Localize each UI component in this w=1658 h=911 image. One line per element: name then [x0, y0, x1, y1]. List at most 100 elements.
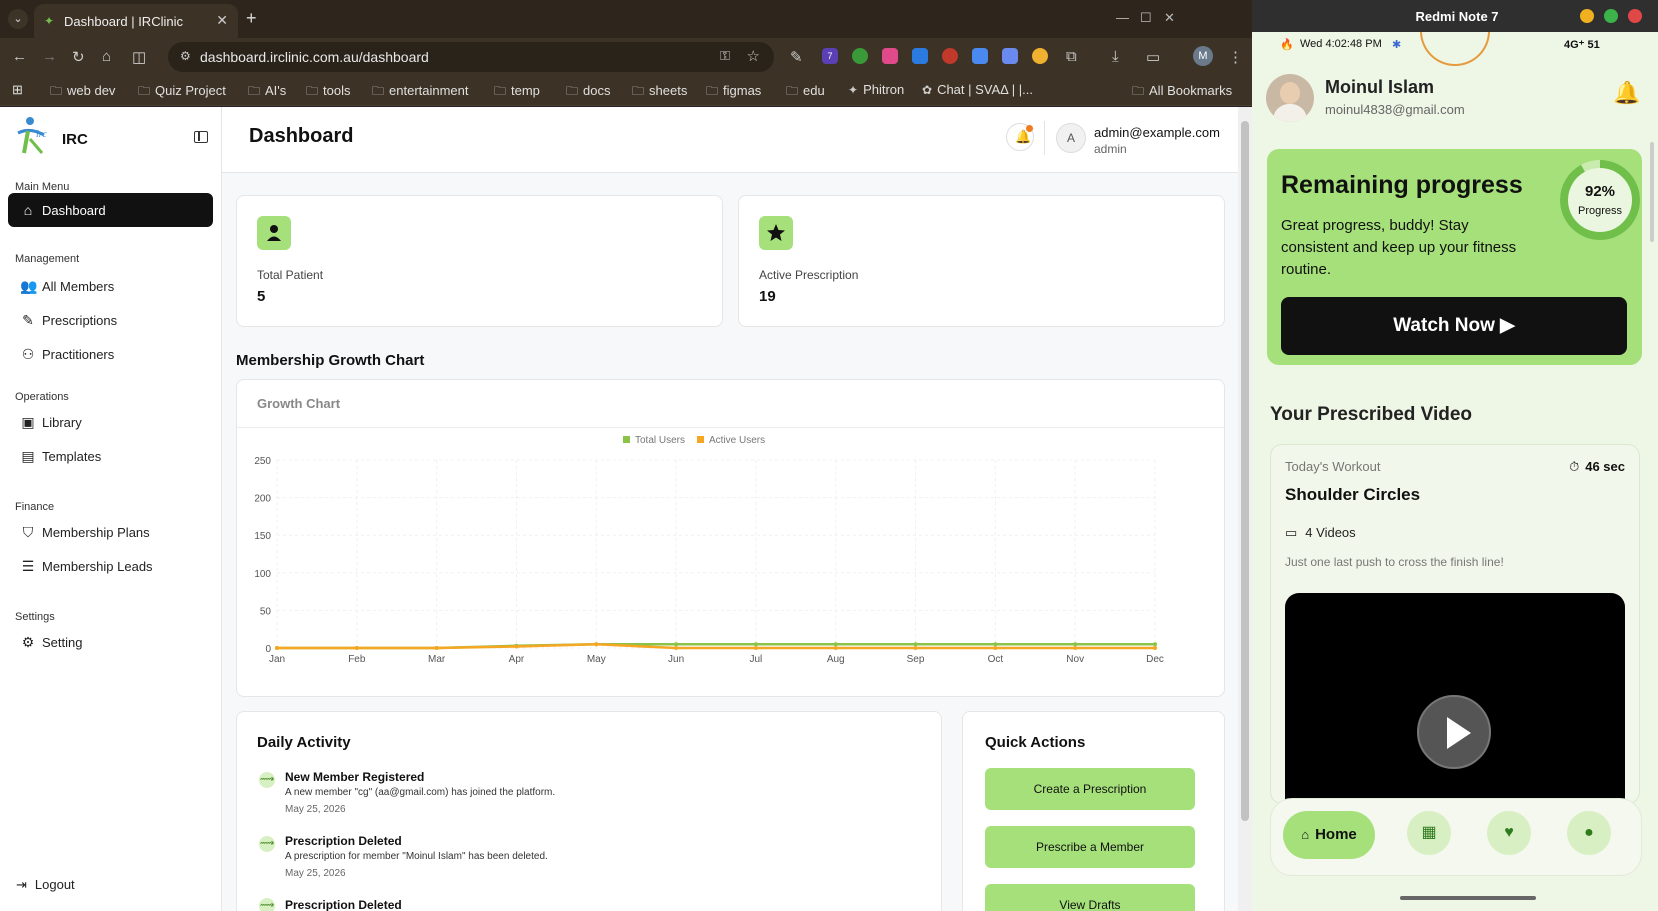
nav-profile-button[interactable]: ●	[1567, 811, 1611, 855]
x-tick-label: Jun	[668, 654, 684, 665]
extension-plus-icon[interactable]	[852, 48, 868, 64]
extension-react-icon[interactable]	[942, 48, 958, 64]
phone-screen: 🔥 Wed 4:02:48 PM ✱ 4G⁺ 51 Moinul Islam m…	[1252, 32, 1658, 911]
create-prescription-button[interactable]: Create a Prescription	[985, 768, 1195, 810]
sidebar-item-library[interactable]: ▣ Library	[8, 405, 213, 439]
x-tick-label: Apr	[509, 654, 525, 665]
data-point	[1153, 642, 1157, 647]
view-drafts-button[interactable]: View Drafts	[985, 884, 1195, 911]
bookmark-ais[interactable]: 🗀 AI's	[248, 82, 286, 103]
nav-calendar-button[interactable]: ▦	[1407, 811, 1451, 855]
close-window-icon[interactable]: ✕	[1164, 10, 1175, 26]
activity-title: Daily Activity	[257, 734, 351, 751]
bookmark-chat-svaa[interactable]: ✿ Chat | SVAΔ | |...	[922, 82, 1033, 97]
download-icon[interactable]: ⤓	[1112, 48, 1119, 65]
flame-icon: 🔥	[1280, 39, 1294, 51]
prescribe-member-button[interactable]: Prescribe a Member	[985, 826, 1195, 868]
watch-now-button[interactable]: Watch Now ▶	[1281, 297, 1627, 355]
password-key-icon[interactable]: ⚿	[720, 48, 730, 64]
bookmark-quiz-project[interactable]: 🗀 Quiz Project	[138, 82, 226, 103]
profile-avatar[interactable]	[1266, 74, 1314, 122]
sidebar-item-dashboard[interactable]: ⌂ Dashboard	[8, 193, 213, 227]
stat-label: Active Prescription	[759, 268, 859, 282]
video-camera-icon: ▭	[1285, 525, 1298, 540]
browser-toolbar: ← → ↻ ⌂ ◫ ⚙ dashboard.irclinic.com.au/da…	[0, 38, 1252, 76]
sidebar-item-membership-plans[interactable]: ⛉ Membership Plans	[8, 515, 213, 549]
notification-dot	[1026, 125, 1033, 132]
phone-scrollbar	[1650, 142, 1654, 242]
user-avatar[interactable]: A	[1056, 123, 1086, 153]
scrollbar-thumb[interactable]	[1241, 121, 1249, 821]
activity-check-icon: ⟿	[259, 836, 275, 852]
bookmark-star-icon[interactable]: ☆	[747, 47, 760, 65]
extension-fi-icon[interactable]	[912, 48, 928, 64]
extension-window-icon[interactable]	[972, 48, 988, 64]
data-point	[1073, 642, 1078, 647]
extension-badge-icon[interactable]: 7	[822, 48, 838, 64]
sidebar-item-templates[interactable]: ▤ Templates	[8, 439, 213, 473]
notification-button[interactable]: 🔔	[1006, 123, 1034, 151]
side-panel-icon[interactable]: ◫	[132, 48, 146, 66]
cast-icon[interactable]: ▭	[1146, 48, 1160, 66]
bookmark-entertainment[interactable]: 🗀 entertainment	[372, 82, 469, 103]
workout-name: Shoulder Circles	[1285, 485, 1421, 504]
apps-grid-icon[interactable]: ⊞	[12, 82, 23, 98]
bookmark-edu[interactable]: 🗀 edu	[786, 82, 825, 103]
extension-camera-icon[interactable]	[882, 48, 898, 64]
page-scrollbar[interactable]	[1238, 107, 1252, 911]
section-main-menu: Main Menu	[15, 181, 70, 193]
eyedropper-icon[interactable]: ✎	[790, 48, 803, 66]
home-icon[interactable]: ⌂	[102, 48, 111, 65]
sidebar-item-setting[interactable]: ⚙ Setting	[8, 625, 213, 659]
maximize-icon[interactable]: ☐	[1140, 10, 1152, 26]
growth-chart-card: Growth Chart 0 50 100 150 200 250 Jan Feb Mar Apr…	[236, 379, 1225, 697]
extension-shield-icon[interactable]	[1002, 48, 1018, 64]
minimize-icon[interactable]	[1580, 9, 1594, 23]
chart-title: Growth Chart	[257, 396, 341, 411]
folder-icon: 🗀	[494, 84, 507, 98]
bookmark-web-dev[interactable]: 🗀 web dev	[50, 82, 115, 103]
logout-button[interactable]: ⇥ Logout	[16, 877, 75, 893]
phone-title-bar: Redmi Note 7	[1252, 0, 1658, 32]
nav-favorites-button[interactable]: ♥	[1487, 811, 1531, 855]
bookmark-phitron[interactable]: ✦ Phitron	[848, 82, 904, 97]
tab-close-icon[interactable]: ✕	[216, 12, 228, 29]
bookmark-sheets[interactable]: 🗀 sheets	[632, 82, 687, 103]
minimize-icon[interactable]: —	[1116, 10, 1129, 25]
sidebar-toggle-icon[interactable]	[194, 131, 208, 143]
profile-avatar[interactable]: M	[1193, 46, 1213, 66]
activity-date: May 25, 2026	[285, 868, 346, 879]
sidebar-item-prescriptions[interactable]: ✎ Prescriptions	[8, 303, 213, 337]
folder-icon: 🗀	[248, 84, 261, 98]
extension-emoji-icon[interactable]	[1032, 48, 1048, 64]
close-window-icon[interactable]	[1628, 9, 1642, 23]
bell-icon[interactable]: 🔔	[1613, 80, 1640, 106]
maximize-icon[interactable]	[1604, 9, 1618, 23]
bookmark-figmas[interactable]: 🗀 figmas	[706, 82, 761, 103]
sidebar-item-all-members[interactable]: 👥 All Members	[8, 269, 213, 303]
tab-search-icon[interactable]: ⌄	[8, 9, 28, 29]
tab-dashboard[interactable]: ✦ Dashboard | IRClinic ✕	[34, 4, 238, 38]
more-menu-icon[interactable]: ⋮	[1228, 48, 1243, 66]
extensions-puzzle-icon[interactable]: ⧉	[1066, 48, 1077, 65]
bookmark-docs[interactable]: 🗀 docs	[566, 82, 610, 103]
bookmark-tools[interactable]: 🗀 tools	[306, 82, 350, 103]
new-tab-icon[interactable]: +	[246, 8, 257, 29]
status-gear-icon: ✱	[1392, 39, 1402, 51]
reload-icon[interactable]: ↻	[72, 48, 85, 66]
nav-home-button[interactable]: ⌂ Home	[1283, 811, 1375, 859]
sidebar-item-membership-leads[interactable]: ☰ Membership Leads	[8, 549, 213, 583]
sidebar-item-practitioners[interactable]: ⚇ Practitioners	[8, 337, 213, 371]
decorative-ring	[1420, 32, 1490, 66]
address-bar[interactable]: ⚙ dashboard.irclinic.com.au/dashboard ⚿ …	[168, 42, 774, 72]
bookmark-temp[interactable]: 🗀 temp	[494, 82, 540, 103]
site-info-icon[interactable]: ⚙	[180, 49, 191, 63]
bookmark-all[interactable]: 🗀 All Bookmarks	[1132, 82, 1232, 103]
daily-activity-card: Daily Activity ⟿ New Member Registered A…	[236, 711, 942, 911]
workout-card[interactable]: Today's Workout ⏱ 46 sec Shoulder Circles…	[1270, 444, 1640, 804]
x-tick-label: Dec	[1146, 654, 1164, 665]
video-player[interactable]	[1285, 593, 1625, 803]
back-icon[interactable]: ←	[12, 48, 27, 65]
play-icon[interactable]	[1417, 695, 1491, 769]
forward-icon[interactable]: →	[42, 48, 57, 65]
